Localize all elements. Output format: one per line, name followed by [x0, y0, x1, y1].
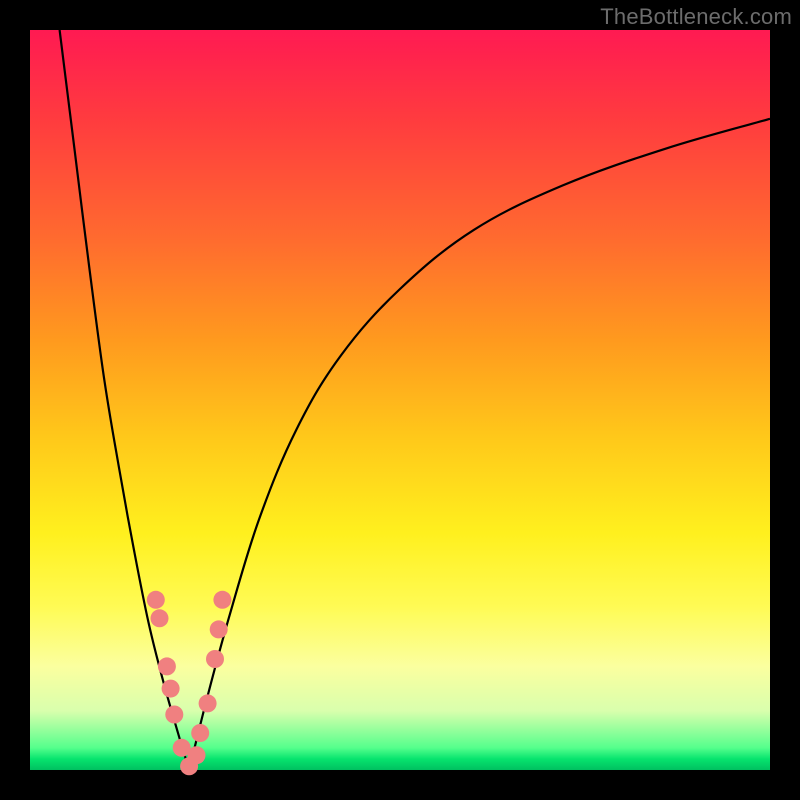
data-marker: [158, 657, 176, 675]
chart-plot-area: [30, 30, 770, 770]
data-marker: [199, 694, 217, 712]
data-marker: [165, 706, 183, 724]
watermark-text: TheBottleneck.com: [600, 4, 792, 30]
chart-frame: TheBottleneck.com: [0, 0, 800, 800]
data-marker: [147, 591, 165, 609]
curve-right-branch: [189, 119, 770, 770]
data-marker: [191, 724, 209, 742]
data-marker: [206, 650, 224, 668]
data-markers: [147, 591, 232, 776]
chart-svg: [30, 30, 770, 770]
data-marker: [213, 591, 231, 609]
data-marker: [188, 746, 206, 764]
data-marker: [162, 680, 180, 698]
data-marker: [210, 620, 228, 638]
data-marker: [151, 609, 169, 627]
